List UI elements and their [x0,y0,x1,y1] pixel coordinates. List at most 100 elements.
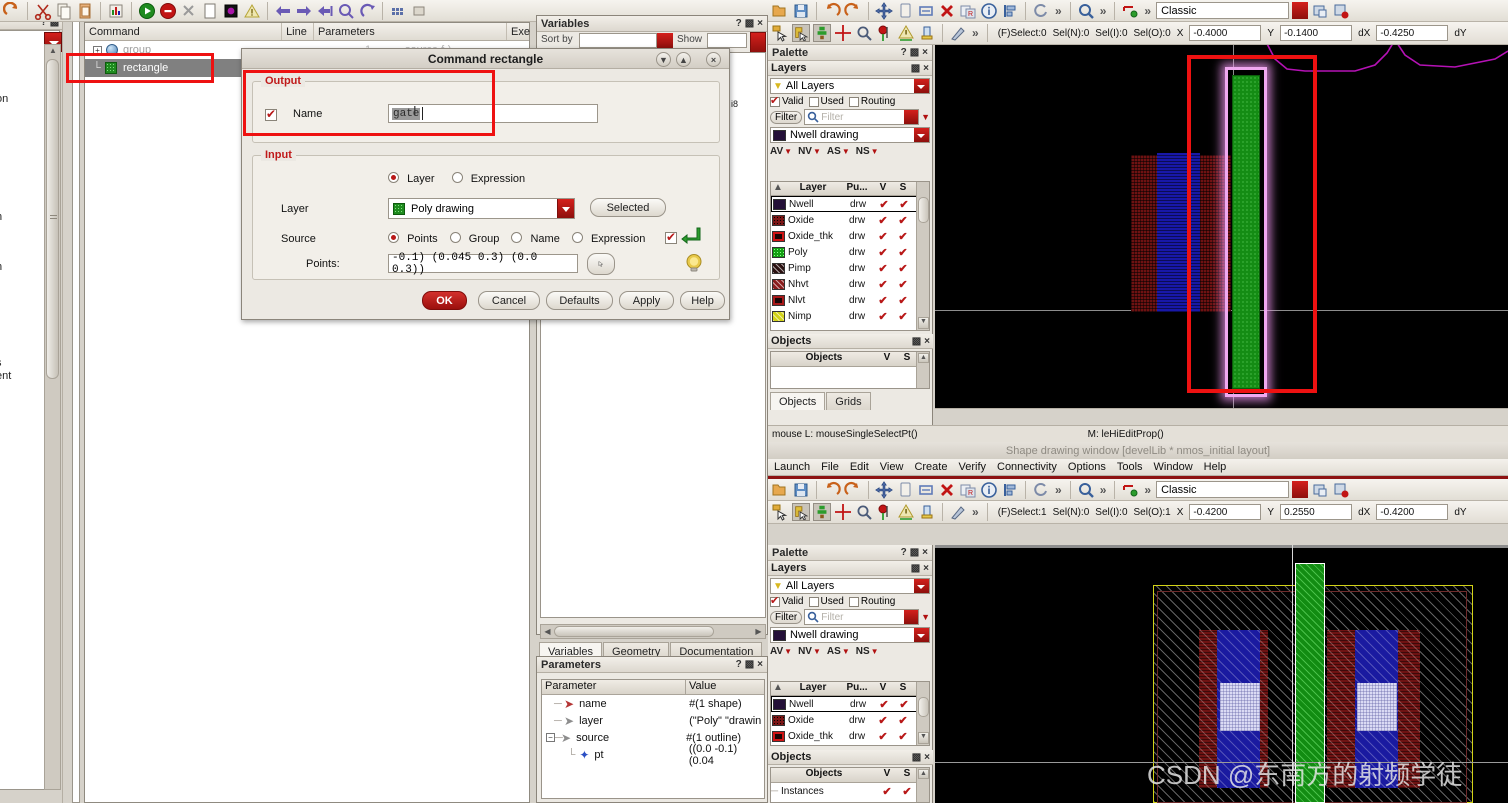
stretch-icon[interactable] [917,2,935,20]
table-row[interactable]: Pimp drw ✔ ✔ [771,260,929,276]
rotate-icon[interactable] [1032,481,1050,499]
all-layers-combo[interactable]: ▼ All Layers [770,578,930,594]
selectable-check-icon[interactable]: ✔ [893,278,913,291]
collapse-icon[interactable]: − [546,733,555,742]
defaults-button[interactable]: Defaults [546,291,613,310]
close-icon[interactable]: × [757,18,763,29]
warning-icon[interactable] [243,2,261,20]
open-icon[interactable] [771,2,789,20]
crosshair-icon[interactable] [834,24,852,42]
selectable-check-icon[interactable]: ✔ [893,310,913,323]
chevron-down-icon[interactable]: ▼ [784,647,792,656]
chevron-down-icon[interactable]: ▼ [921,612,930,622]
tree-select-icon[interactable] [813,24,831,42]
toolbar-overflow-3[interactable]: » [1142,4,1153,18]
tab-grids[interactable]: Grids [826,392,871,410]
scroll-right-icon[interactable]: ▶ [752,627,765,636]
selectable-check-icon[interactable]: ✔ [894,198,914,211]
selected-button[interactable]: Selected [590,198,666,217]
objects-scrollbar[interactable]: ▲ [916,768,929,802]
chevron-down-icon[interactable] [904,610,919,624]
float-icon[interactable]: ▩ [911,563,920,574]
expander-icon[interactable]: + [93,45,102,55]
filter-valid[interactable]: Valid [770,94,804,107]
cad-bottom-menubar[interactable]: Launch File Edit View Create Verify Conn… [768,459,1508,476]
objects-scrollbar[interactable]: ▲ [916,352,929,388]
properties-icon[interactable]: R [959,2,977,20]
chevron-down-icon[interactable] [557,199,574,218]
clear-icon[interactable] [180,2,198,20]
selectable-check-icon[interactable]: ✔ [893,730,913,743]
apply-button[interactable]: Apply [619,291,674,310]
name-input[interactable]: gate [388,104,598,123]
sort-icon[interactable]: ▲ [771,182,785,195]
source-checkbox[interactable] [665,230,677,244]
arrow-right-icon[interactable] [295,2,313,20]
zoom-icon[interactable] [1077,2,1095,20]
chevron-down-icon[interactable] [914,628,929,642]
extra-icon[interactable] [410,2,428,20]
float-icon[interactable]: ▩ [745,659,754,670]
layer-table-scrollbar[interactable]: ▼ [916,682,929,745]
copy-shape-icon[interactable] [896,2,914,20]
visible-check-icon[interactable]: ✔ [873,294,893,307]
visible-check-icon[interactable]: ✔ [873,730,893,743]
table-row[interactable]: ─ Instances ✔ ✔ [771,783,929,799]
info-icon[interactable] [980,2,998,20]
close-icon[interactable]: × [706,52,721,67]
sort-by-input[interactable] [579,33,657,48]
save-icon[interactable] [792,481,810,499]
chevron-down-icon[interactable]: ▼ [784,147,792,156]
selectable-check-icon[interactable]: ✔ [893,294,913,307]
table-row[interactable]: Nlvt drw ✔ ✔ [771,292,929,308]
pin-icon[interactable] [876,24,894,42]
menu-launch[interactable]: Launch [774,461,810,473]
zoom-arrow-icon[interactable] [337,2,355,20]
arrow-step-icon[interactable] [316,2,334,20]
dx-input[interactable]: -0.4250 [1376,25,1449,41]
visible-check-icon[interactable]: ✔ [873,230,893,243]
move-icon[interactable] [875,480,893,499]
radio-name[interactable] [511,232,523,243]
variables-hscrollbar[interactable]: ◀ ▶ [540,624,766,639]
visible-check-icon[interactable]: ✔ [877,785,897,798]
style-selector[interactable]: Classic [1156,481,1290,498]
visible-check-icon[interactable]: ✔ [873,714,893,727]
rotate-icon[interactable] [1032,2,1050,20]
current-layer-combo[interactable]: Nwell drawing [770,627,930,643]
visible-check-icon[interactable]: ✔ [873,214,893,227]
menu-edit[interactable]: Edit [850,461,869,473]
redo-icon[interactable] [844,2,862,20]
show-input[interactable] [707,33,747,48]
chevron-down-icon[interactable] [914,579,929,593]
visible-check-icon[interactable]: ✔ [874,698,894,711]
toggle-ns[interactable]: NS [856,646,870,657]
scroll-left-icon[interactable]: ◀ [541,627,554,636]
cad-bottom-toolbar-row2[interactable]: » (F)Select:1 Sel(N):0 Sel(I):0 Sel(O):1… [768,501,1508,524]
chevron-down-icon[interactable]: ▼ [871,647,879,656]
left-panel-scrollbar[interactable]: ▲ [44,44,61,790]
stop-icon[interactable] [159,2,177,20]
table-row[interactable]: Oxide_thk drw ✔ ✔ [771,228,929,244]
chart-icon[interactable] [107,2,125,20]
toggle-av[interactable]: AV [770,146,783,157]
align-icon[interactable] [1001,481,1019,499]
layout-tool-icon[interactable] [949,503,967,521]
chevron-down-icon[interactable]: ▼ [871,147,879,156]
scroll-thumb[interactable] [918,197,929,223]
source-radio-group[interactable]: Points Group Name Expression [388,232,645,245]
tree-select-icon[interactable] [813,503,831,521]
show-dropdown[interactable] [750,32,766,54]
toolbar-overflow-1[interactable]: » [1053,483,1064,497]
visible-check-icon[interactable]: ✔ [873,310,893,323]
float-icon[interactable]: ▩ [912,336,921,347]
arrow-left-icon[interactable] [274,2,292,20]
table-row[interactable]: Oxide drw ✔ ✔ [771,212,929,228]
close-icon[interactable]: × [922,47,928,58]
partial-select-icon[interactable] [792,503,810,521]
table-row[interactable]: ─ ➤ name #(1 shape) [542,695,764,712]
return-arrow-icon[interactable] [681,226,703,249]
filter-valid[interactable]: Valid [770,594,804,607]
redo-icon[interactable] [844,481,862,499]
selectable-check-icon[interactable]: ✔ [893,246,913,259]
